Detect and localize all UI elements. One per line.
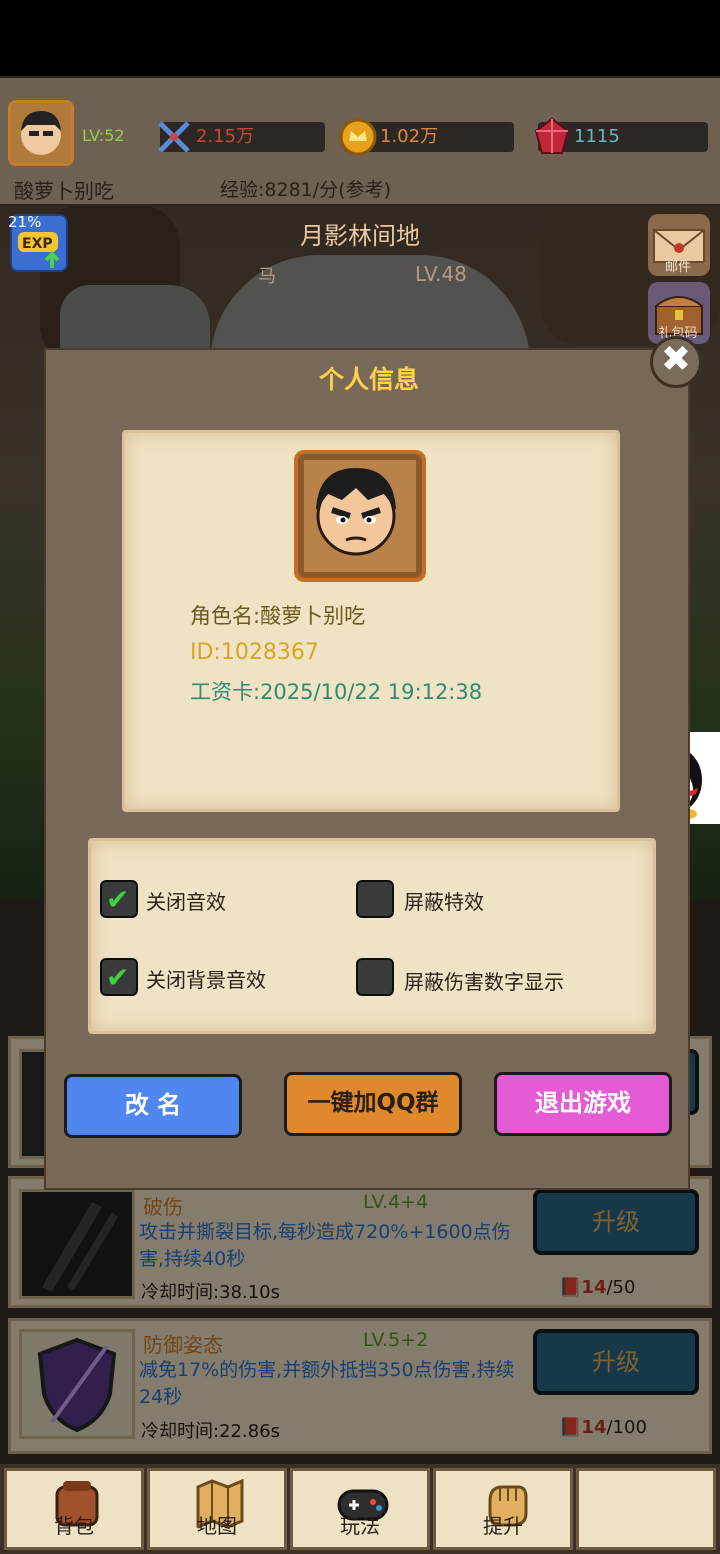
crossed-swords-icon (158, 121, 190, 153)
game-screen: 破伤 LV.4+4 攻击并撕裂目标,每秒造成720%+1600点伤害,持续40秒… (0, 0, 720, 1554)
enemy-name: 马 (258, 266, 276, 287)
gem-stat: 1115 (534, 117, 708, 154)
gold-coin-icon (339, 118, 377, 156)
gold-stat: 1.02万 (339, 118, 514, 156)
ruby-gem-icon (534, 117, 570, 154)
salary-card-expiry: 工资卡:2025/10/22 19:12:38 (190, 680, 483, 704)
close-button[interactable]: ✖ (650, 336, 702, 388)
player-id: ID:1028367 (190, 640, 319, 665)
mute-bgm-checkbox[interactable]: ✔ (100, 958, 138, 996)
player-status-bar: LV:52 2.15万 1.02万 1115 酸萝卜别吃 经验:8281/分(参… (0, 76, 720, 206)
map-title: 月影林间地 (300, 222, 420, 250)
checkmark-icon: ✔ (106, 883, 130, 916)
quit-game-button[interactable]: 退出游戏 (494, 1072, 672, 1136)
rename-button[interactable]: 改 名 (64, 1074, 242, 1138)
dialog-title: 个人信息 (318, 365, 419, 394)
mail-label: 邮件 (664, 260, 691, 275)
attack-stat: 2.15万 (158, 121, 325, 153)
nav-empty-slot[interactable] (576, 1468, 716, 1550)
bottom-navigation: 背包 地图 玩法 提升 (0, 1464, 720, 1554)
nav-map[interactable]: 地图 (147, 1468, 287, 1550)
hide-effects-label: 屏蔽特效 (404, 890, 484, 914)
settings-card (88, 838, 656, 1034)
nav-bag[interactable]: 背包 (4, 1468, 144, 1550)
checkmark-icon: ✔ (106, 961, 130, 994)
role-name: 角色名:酸萝卜别吃 (190, 604, 366, 628)
join-qq-group-button[interactable]: 一键加QQ群 (284, 1072, 462, 1136)
player-avatar[interactable] (8, 100, 74, 166)
hide-effects-checkbox[interactable] (356, 880, 394, 918)
nav-play[interactable]: 玩法 (290, 1468, 430, 1550)
exp-rate: 经验:8281/分(参考) (220, 179, 391, 201)
map-level: LV.48 (415, 262, 467, 286)
mute-sound-label: 关闭音效 (146, 890, 226, 914)
hide-damage-numbers-label: 屏蔽伤害数字显示 (404, 970, 564, 994)
mute-sound-checkbox[interactable]: ✔ (100, 880, 138, 918)
hide-damage-numbers-checkbox[interactable] (356, 958, 394, 996)
nav-upgrade[interactable]: 提升 (433, 1468, 573, 1550)
mute-bgm-label: 关闭背景音效 (146, 968, 266, 992)
profile-avatar (294, 450, 426, 582)
player-level: LV:52 (82, 126, 125, 145)
player-name: 酸萝卜别吃 (14, 179, 114, 203)
